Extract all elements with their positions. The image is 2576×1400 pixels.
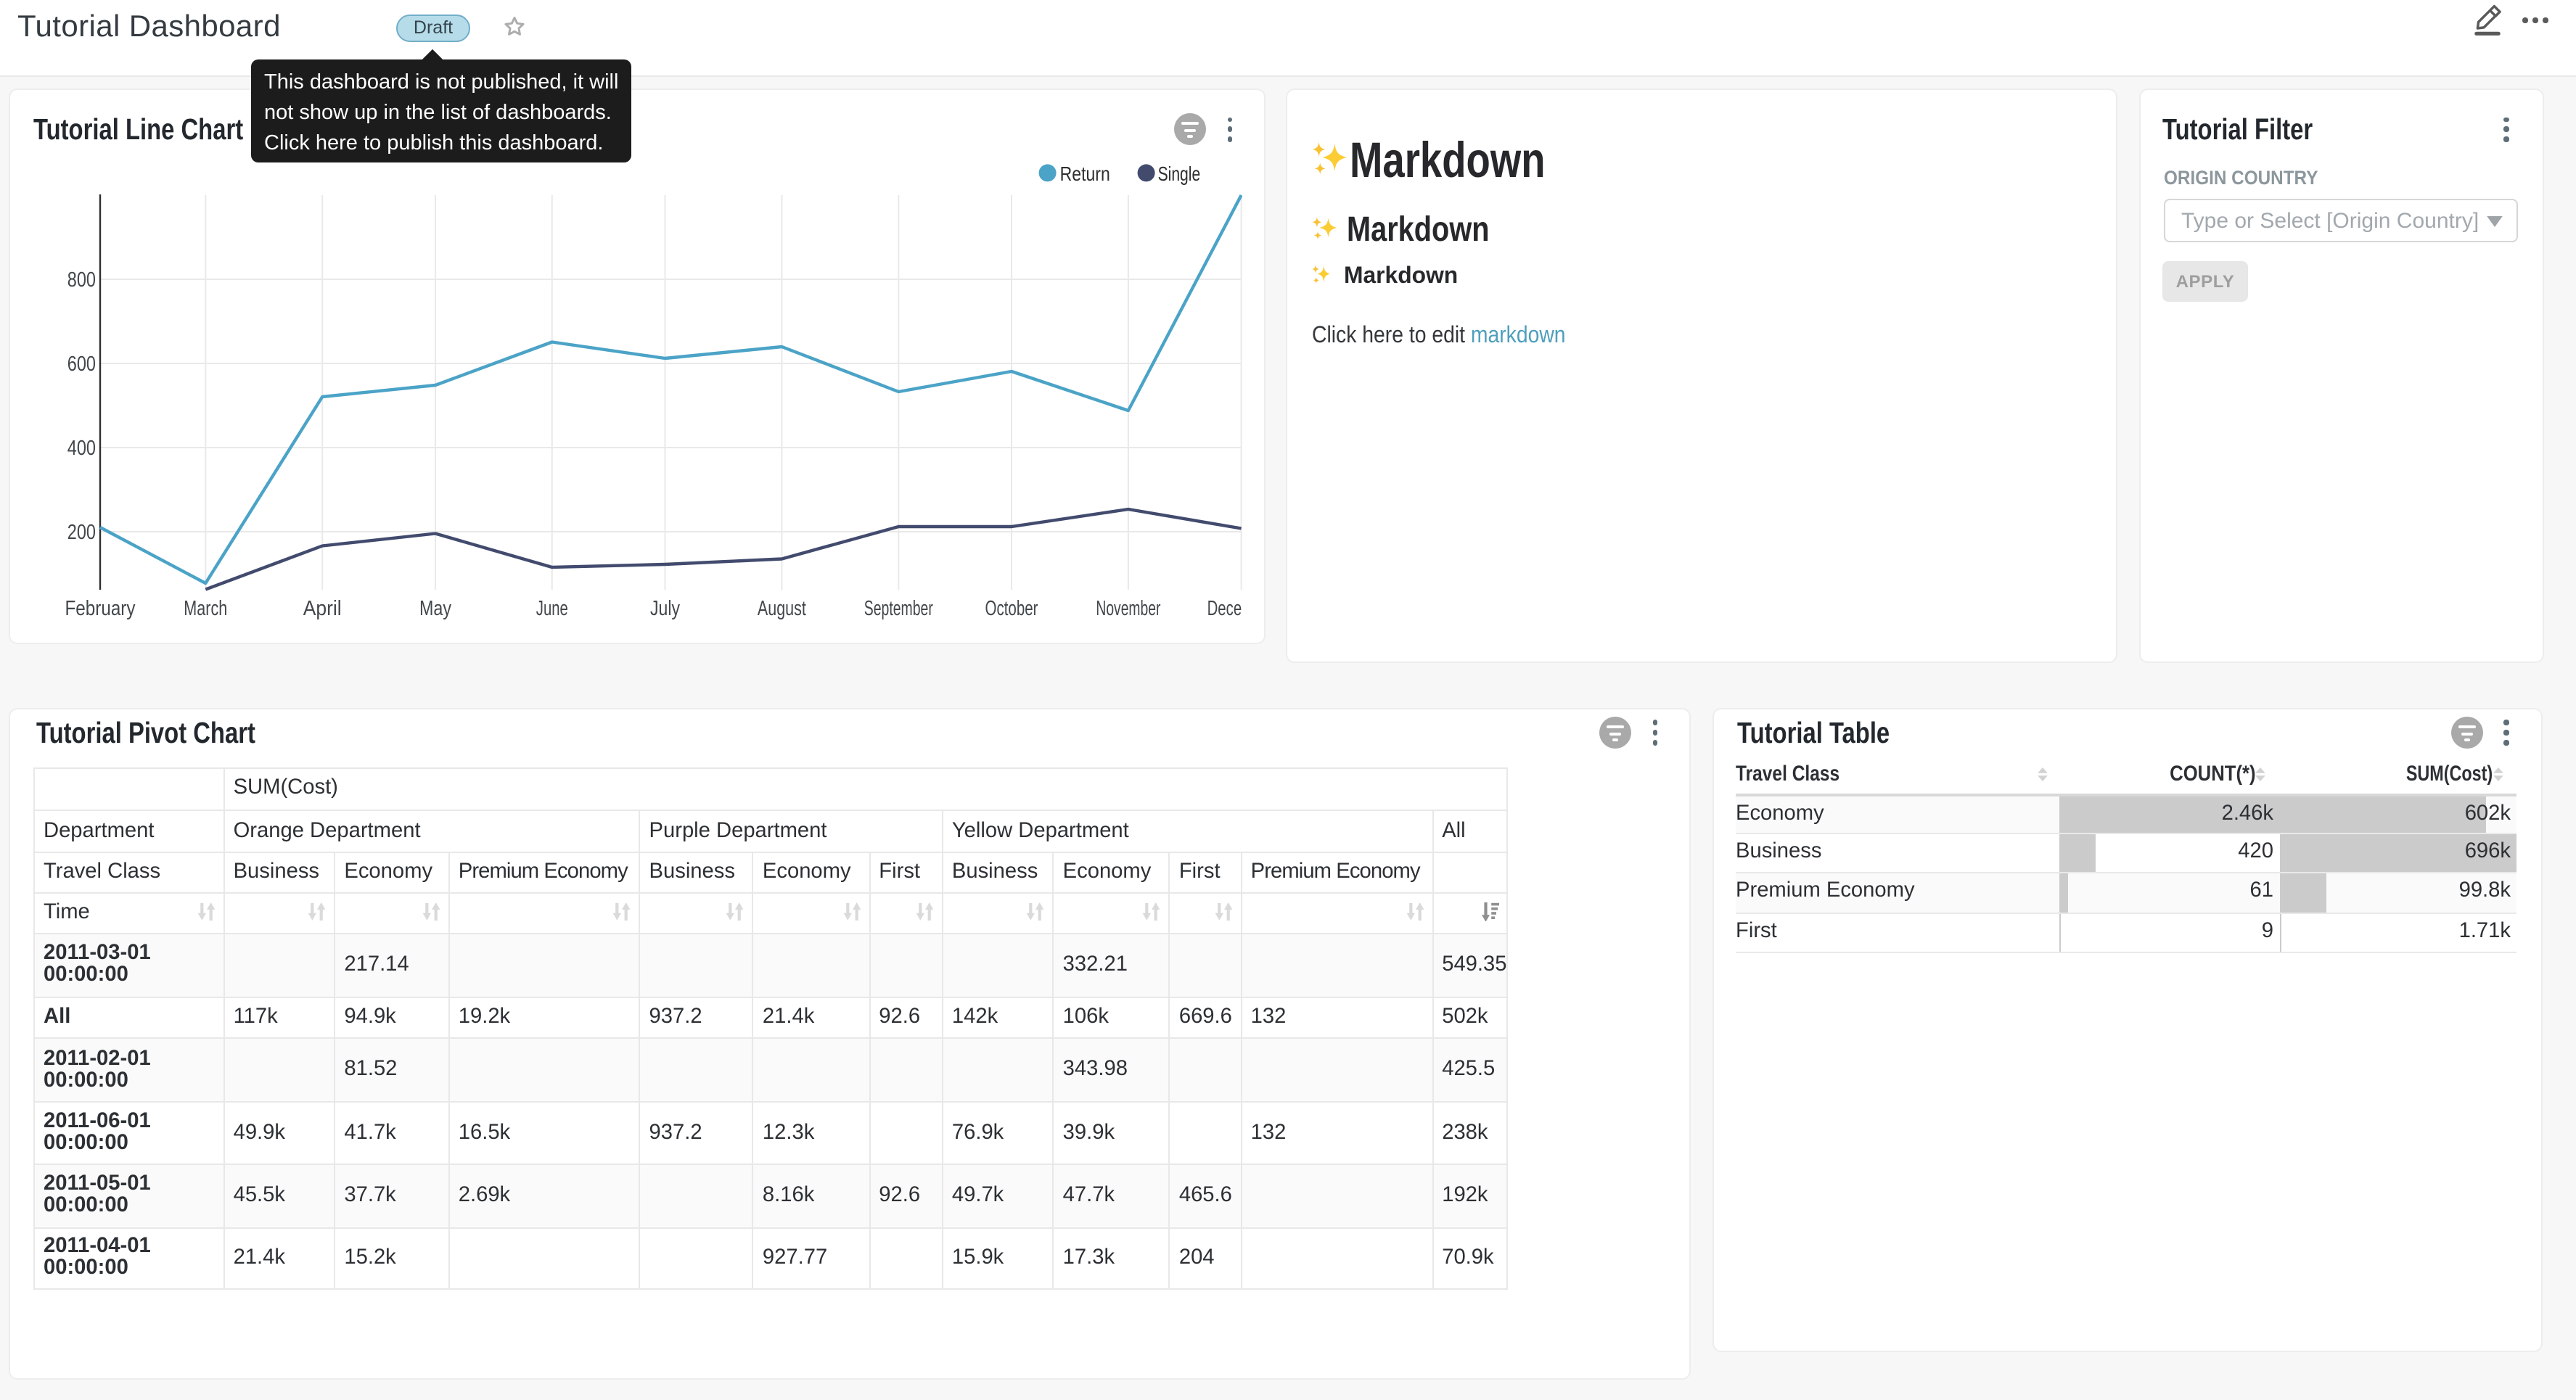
svg-text:200: 200	[67, 521, 96, 544]
svg-text:800: 800	[67, 268, 96, 292]
svg-text:Single: Single	[1158, 162, 1201, 185]
svg-text:May: May	[419, 597, 451, 620]
svg-text:December: December	[1207, 597, 1242, 620]
svg-text:July: July	[650, 597, 680, 620]
svg-text:March: March	[184, 597, 227, 620]
svg-text:September: September	[864, 597, 933, 620]
svg-text:June: June	[536, 597, 568, 620]
svg-text:400: 400	[67, 437, 96, 460]
svg-text:August: August	[758, 597, 806, 620]
svg-text:November: November	[1096, 597, 1160, 620]
svg-text:October: October	[985, 597, 1038, 620]
svg-text:April: April	[303, 597, 342, 620]
svg-text:February: February	[65, 597, 136, 620]
svg-text:600: 600	[67, 353, 96, 376]
svg-text:Return: Return	[1060, 162, 1110, 185]
